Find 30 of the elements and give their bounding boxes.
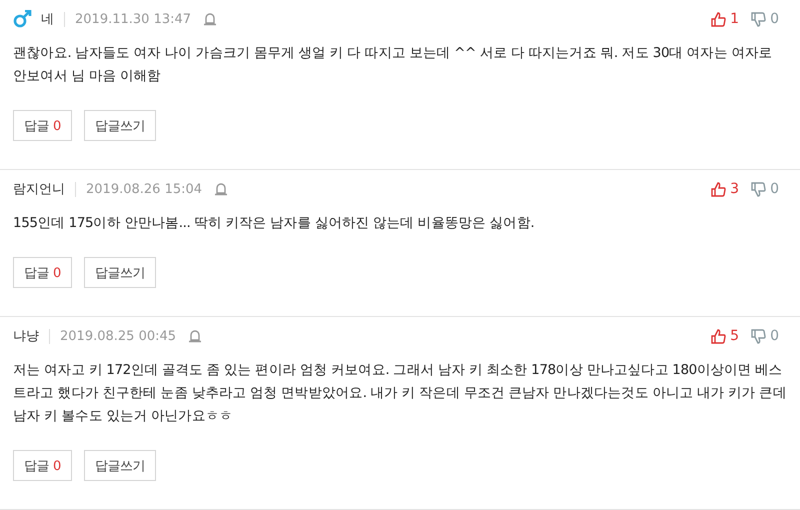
thumbs-up-icon[interactable]	[711, 182, 726, 196]
comment-date: 2019.08.25 00:45	[60, 328, 176, 344]
comment-text: 저는 여자고 키 172인데 골격도 좀 있는 편이라 엄청 커보여요. 그래서 남자 키 최소한 178이상 만나고싶다고 180이상이면 베스트라고 했다가 친구한테 눈좀 낮추라고 엄청 면박받았어요. 내가 키 작은데 무조건 큰남자 만나겠다는것도 아니고 내가 키가 큰데 남자 키 볼수도 있는거 아닌가요ㅎㅎ	[13, 361, 787, 426]
thumbs-down-icon[interactable]	[751, 12, 766, 26]
comment-date: 2019.11.30 13:47	[75, 12, 192, 26]
dislike-count: 0	[770, 181, 779, 197]
like-count: 5	[730, 328, 740, 344]
thumbs-up-icon[interactable]	[711, 12, 726, 26]
write-reply-button[interactable]: 답글쓰기	[84, 257, 156, 288]
thumbs-down-icon[interactable]	[751, 328, 766, 344]
thumbs-up-icon[interactable]	[711, 328, 726, 344]
siren-icon[interactable]	[214, 182, 228, 196]
write-reply-button[interactable]: 답글쓰기	[84, 450, 156, 481]
reply-count-button[interactable]: 답글 0	[13, 450, 72, 481]
comment-text: 괜찮아요. 남자들도 여자 나이 가슴크기 몸무게 생얼 키 다 따지고 보는데 ^^ 서로 다 따지는거죠 뭐. 저도 30대 여자는 여자로 안보여서 님 마음 이해함	[13, 44, 774, 86]
comment-date: 2019.08.26 15:04	[86, 182, 202, 196]
write-reply-button[interactable]: 답글쓰기	[84, 110, 156, 141]
dislike-count: 0	[770, 328, 779, 344]
comment-text: 155인데 175이하 안만나봄... 딱히 키작은 남자를 싫어하진 않는데 비율똥망은 싫어함.	[13, 214, 536, 233]
siren-icon[interactable]	[203, 12, 218, 26]
author-name[interactable]: 냐냥	[13, 327, 39, 345]
like-count: 1	[730, 11, 740, 27]
reply-count-button[interactable]: 답글 0	[13, 257, 72, 288]
like-count: 3	[730, 181, 740, 197]
thumbs-down-icon[interactable]	[751, 182, 766, 196]
siren-icon[interactable]	[188, 329, 202, 343]
dislike-count: 0	[770, 11, 779, 27]
reply-count-button[interactable]: 답글 0	[13, 110, 72, 141]
author-name[interactable]: 람지언니	[13, 180, 65, 198]
author-name[interactable]: 네	[41, 10, 54, 28]
